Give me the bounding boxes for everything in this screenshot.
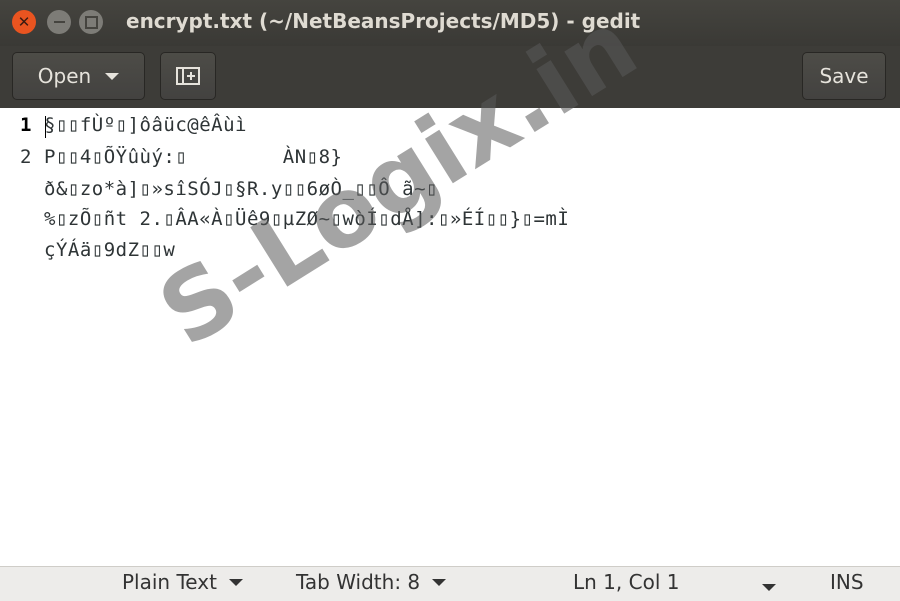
cursor-position-label: Ln 1, Col 1	[573, 570, 680, 594]
maximize-window-button[interactable]	[79, 10, 103, 34]
cursor-position[interactable]: Ln 1, Col 1	[573, 570, 679, 594]
open-button[interactable]: Open	[12, 52, 145, 100]
text-line: %▯zÕ▯ñt 2.▯ÂA«À▯Üê9▯µZØ~▯wòÍ▯dÅ]:▯»ÉÍ▯▯}…	[44, 208, 570, 230]
text-cursor	[45, 116, 46, 138]
text-line: ð&▯zo*à]▯»sîSÓJ▯§R.y▯▯6øÒ_▯▯Ô ã~▯	[44, 178, 438, 200]
window-title: encrypt.txt (~/NetBeansProjects/MD5) - g…	[126, 9, 641, 33]
text-line: §▯▯fÙº▯]ôâüc@êÂùì	[44, 114, 247, 136]
language-selector[interactable]: Plain Text	[122, 570, 243, 594]
chevron-down-icon	[762, 584, 776, 591]
title-bar: ✕ encrypt.txt (~/NetBeansProjects/MD5) -…	[0, 0, 900, 46]
line-number: 2	[20, 146, 32, 168]
header-toolbar: Open Save	[0, 46, 900, 109]
new-document-button[interactable]	[160, 52, 216, 100]
new-document-icon	[176, 67, 200, 85]
chevron-down-icon	[105, 72, 120, 80]
save-button-label: Save	[819, 64, 869, 88]
status-bar: Plain Text Tab Width: 8 Ln 1, Col 1 INS	[0, 566, 900, 601]
close-window-button[interactable]: ✕	[12, 10, 36, 34]
language-label: Plain Text	[122, 570, 217, 594]
chevron-down-icon	[432, 578, 447, 586]
chevron-down-icon	[228, 578, 243, 586]
save-button[interactable]: Save	[802, 52, 886, 100]
tab-width-selector[interactable]: Tab Width: 8	[296, 570, 447, 594]
insert-mode-indicator[interactable]: INS	[830, 570, 864, 594]
text-line: P▯▯4▯ÕŸûùý:▯ ÀN▯8}	[44, 146, 343, 168]
tab-width-label: Tab Width: 8	[296, 570, 421, 594]
maximize-icon	[84, 15, 98, 29]
line-number: 1	[20, 114, 32, 136]
text-editor[interactable]: 1 2 §▯▯fÙº▯]ôâüc@êÂùì P▯▯4▯ÕŸûùý:▯ ÀN▯8}…	[0, 108, 900, 566]
close-icon: ✕	[17, 13, 31, 31]
minimize-icon	[53, 21, 65, 23]
insert-mode-label: INS	[830, 570, 864, 594]
text-line: çÝÁä▯9dZ▯▯w	[44, 239, 176, 261]
position-menu-button[interactable]	[762, 572, 776, 591]
minimize-window-button[interactable]	[47, 10, 71, 34]
open-button-label: Open	[37, 64, 92, 88]
